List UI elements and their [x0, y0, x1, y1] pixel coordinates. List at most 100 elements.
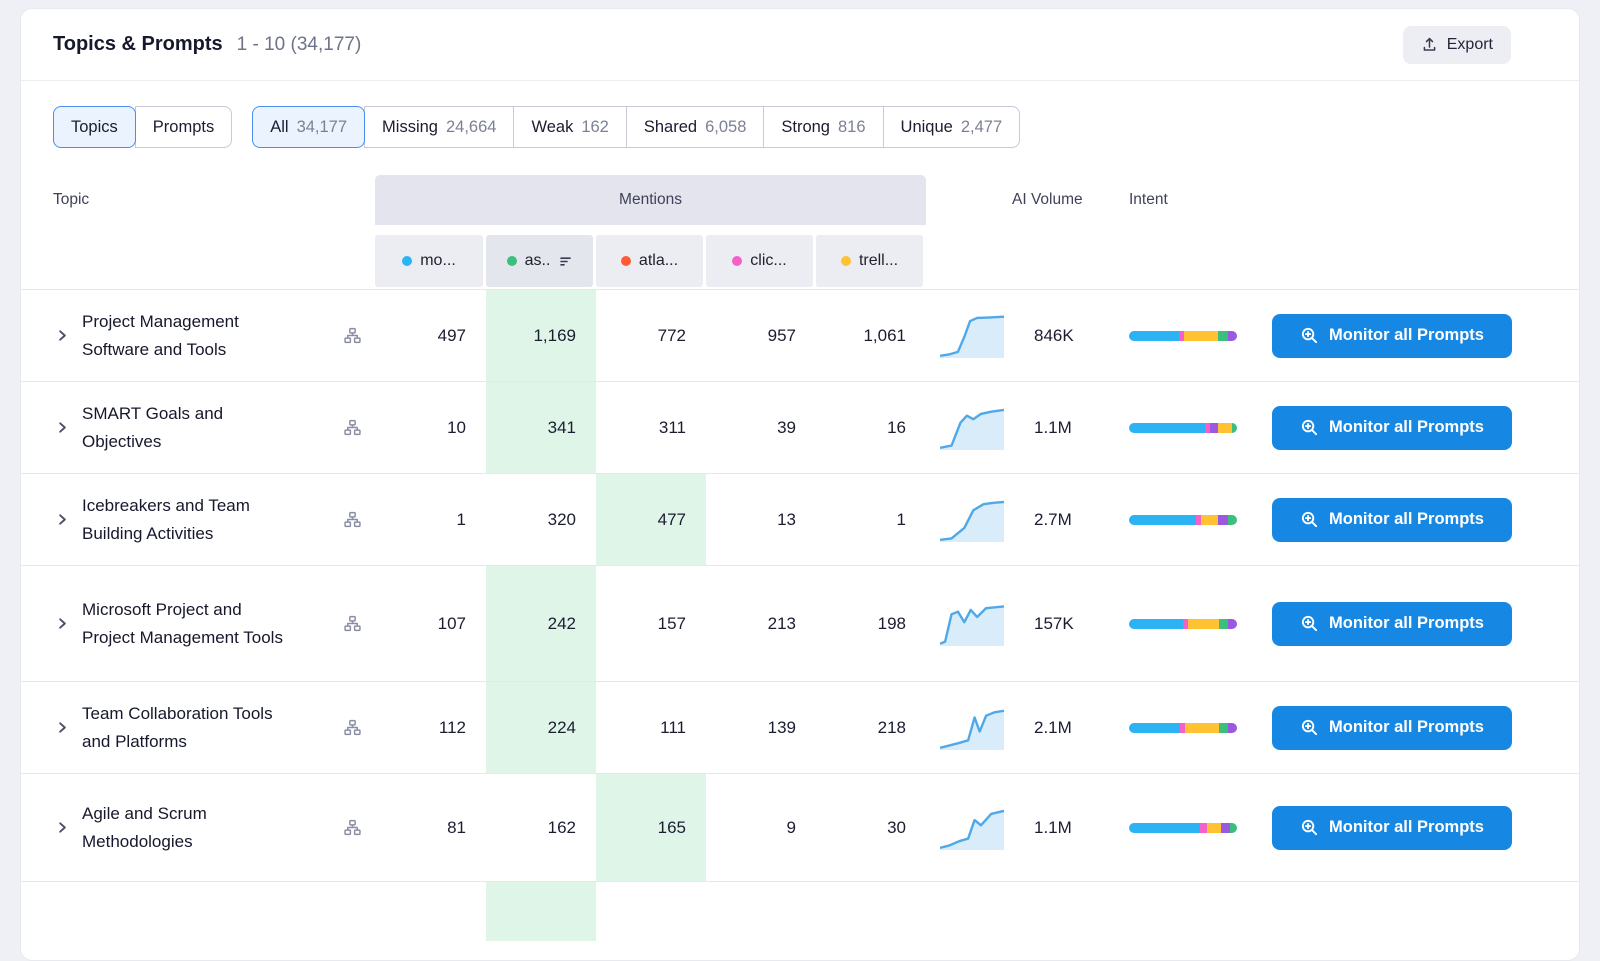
topic-tree-icon[interactable] [344, 511, 361, 528]
expand-chevron-icon[interactable] [55, 328, 70, 343]
mentions-cell: 39 [706, 382, 816, 473]
ai-volume-sparkline [940, 706, 1004, 750]
table-header-mentions: mo... as.. atla... clic... [21, 235, 1579, 287]
topic-name[interactable]: Team Collaboration Tools and Platforms [82, 700, 298, 756]
intent-distribution-bar [1129, 515, 1237, 525]
ai-volume-cell: 1.1M [926, 774, 1121, 881]
tab-topics[interactable]: Topics [53, 106, 136, 148]
competitor-dot [621, 256, 631, 266]
expand-chevron-icon[interactable] [55, 820, 70, 835]
intent-segment [1207, 823, 1221, 833]
intent-segment [1184, 331, 1217, 341]
intent-segment [1218, 515, 1229, 525]
mention-column-header-3[interactable]: clic... [706, 235, 813, 287]
intent-segment [1129, 723, 1180, 733]
filter-tab-shared[interactable]: Shared 6,058 [626, 106, 765, 148]
intent-segment [1210, 423, 1218, 433]
competitor-dot [402, 256, 412, 266]
intent-cell [1121, 290, 1266, 381]
monitor-icon [1300, 718, 1319, 737]
mentions-cell: 1,169 [486, 290, 596, 381]
intent-cell [1121, 682, 1266, 773]
monitor-all-prompts-button[interactable]: Monitor all Prompts [1272, 406, 1512, 450]
mentions-cell: 497 [375, 290, 486, 381]
intent-segment [1228, 331, 1237, 341]
mentions-cell: 165 [596, 774, 706, 881]
mentions-cell: 1,061 [816, 290, 926, 381]
status-filter-group: All 34,177 Missing 24,664 Weak 162 Share… [252, 106, 1020, 148]
topic-cell: SMART Goals and Objectives [21, 382, 375, 473]
monitor-button-label: Monitor all Prompts [1329, 418, 1484, 437]
monitor-all-prompts-button[interactable]: Monitor all Prompts [1272, 498, 1512, 542]
topics-prompts-panel: Topics & Prompts 1 - 10 (34,177) Export … [20, 8, 1580, 961]
expand-chevron-icon[interactable] [55, 420, 70, 435]
column-group-mentions: Mentions [375, 175, 926, 225]
expand-chevron-icon[interactable] [55, 512, 70, 527]
topic-name[interactable]: Project Management Software and Tools [82, 308, 298, 364]
panel-header: Topics & Prompts 1 - 10 (34,177) Export [21, 9, 1579, 81]
ai-volume-sparkline [940, 314, 1004, 358]
expand-chevron-icon[interactable] [55, 720, 70, 735]
mentions-cell: 112 [375, 682, 486, 773]
topic-tree-icon[interactable] [344, 327, 361, 344]
intent-distribution-bar [1129, 823, 1237, 833]
intent-segment [1129, 823, 1200, 833]
mention-column-header-2[interactable]: atla... [596, 235, 703, 287]
intent-segment [1185, 723, 1218, 733]
filter-tab-unique[interactable]: Unique 2,477 [883, 106, 1021, 148]
table-row: Microsoft Project and Project Management… [21, 565, 1579, 681]
table-row: Project Management Software and Tools 49… [21, 289, 1579, 381]
topic-name[interactable]: Agile and Scrum Methodologies [82, 800, 298, 856]
filter-tab-missing[interactable]: Missing 24,664 [364, 106, 514, 148]
mention-column-header-0[interactable]: mo... [375, 235, 483, 287]
monitor-all-prompts-button[interactable]: Monitor all Prompts [1272, 706, 1512, 750]
mentions-cell: 218 [816, 682, 926, 773]
mention-column-header-1[interactable]: as.. [486, 235, 593, 287]
monitor-all-prompts-button[interactable]: Monitor all Prompts [1272, 602, 1512, 646]
intent-segment [1218, 331, 1229, 341]
mentions-cell: 957 [706, 290, 816, 381]
table-header-groups: Topic Mentions AI Volume Intent [21, 175, 1579, 225]
view-toggle-group: Topics Prompts [53, 106, 232, 148]
mention-column-header-4[interactable]: trell... [816, 235, 923, 287]
topic-cell: Project Management Software and Tools [21, 290, 375, 381]
filter-tab-strong[interactable]: Strong 816 [763, 106, 883, 148]
topic-name[interactable]: Microsoft Project and Project Management… [82, 596, 298, 652]
expand-chevron-icon[interactable] [55, 616, 70, 631]
action-cell: Monitor all Prompts [1266, 682, 1579, 773]
topic-tree-icon[interactable] [344, 819, 361, 836]
ai-volume-sparkline [940, 806, 1004, 850]
intent-segment [1232, 423, 1237, 433]
tab-prompts[interactable]: Prompts [135, 106, 232, 148]
export-button[interactable]: Export [1403, 26, 1511, 64]
intent-distribution-bar [1129, 331, 1237, 341]
monitor-all-prompts-button[interactable]: Monitor all Prompts [1272, 314, 1512, 358]
intent-cell [1121, 566, 1266, 681]
mentions-cell: 198 [816, 566, 926, 681]
topic-tree-icon[interactable] [344, 719, 361, 736]
topic-tree-icon[interactable] [344, 419, 361, 436]
mentions-cell: 1 [816, 474, 926, 565]
mentions-cell: 320 [486, 474, 596, 565]
monitor-icon [1300, 818, 1319, 837]
filter-tab-all[interactable]: All 34,177 [252, 106, 365, 148]
intent-distribution-bar [1129, 723, 1237, 733]
intent-segment [1228, 515, 1237, 525]
ai-volume-cell: 846K [926, 290, 1121, 381]
ai-volume-cell: 2.1M [926, 682, 1121, 773]
topic-tree-icon[interactable] [344, 615, 361, 632]
intent-segment [1219, 723, 1229, 733]
topic-name[interactable]: SMART Goals and Objectives [82, 400, 298, 456]
monitor-all-prompts-button[interactable]: Monitor all Prompts [1272, 806, 1512, 850]
action-cell: Monitor all Prompts [1266, 290, 1579, 381]
intent-cell [1121, 382, 1266, 473]
mentions-cell: 311 [596, 382, 706, 473]
table-row: SMART Goals and Objectives 10 341 311 39… [21, 381, 1579, 473]
filter-tab-weak[interactable]: Weak 162 [513, 106, 626, 148]
ai-volume-value: 157K [1034, 614, 1074, 634]
intent-cell [1121, 774, 1266, 881]
ai-volume-sparkline [940, 406, 1004, 450]
intent-distribution-bar [1129, 423, 1237, 433]
intent-segment [1129, 423, 1205, 433]
topic-name[interactable]: Icebreakers and Team Building Activities [82, 492, 298, 548]
